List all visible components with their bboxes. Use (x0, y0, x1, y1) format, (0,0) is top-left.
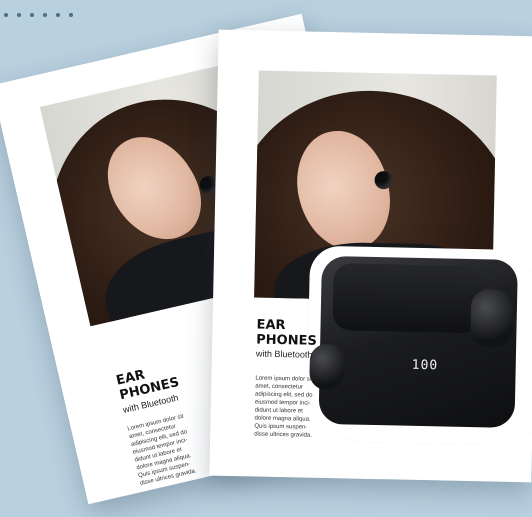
decor-dot (17, 13, 21, 17)
case-lid (332, 262, 483, 334)
decor-dot (69, 13, 73, 17)
decor-dot (43, 13, 47, 17)
title-line-2: PHONES (256, 332, 317, 349)
flyer-front: 100 EAR PHONES with Bluetooth Lorem ipsu… (209, 29, 532, 483)
decor-dot (56, 13, 60, 17)
decor-dot (30, 13, 34, 17)
body-copy: Lorem ipsum dolor sit amet, consectetur … (254, 375, 313, 439)
mockup-canvas: EAR PHONES with Bluetooth Lorem ipsum do… (0, 0, 532, 517)
decor-dot (4, 13, 8, 17)
subtitle: with Bluetooth (255, 348, 313, 360)
battery-display: 100 (411, 357, 439, 374)
title-line-1: EAR (256, 317, 286, 334)
earbud-right (470, 289, 514, 348)
dotted-decoration (4, 13, 73, 17)
